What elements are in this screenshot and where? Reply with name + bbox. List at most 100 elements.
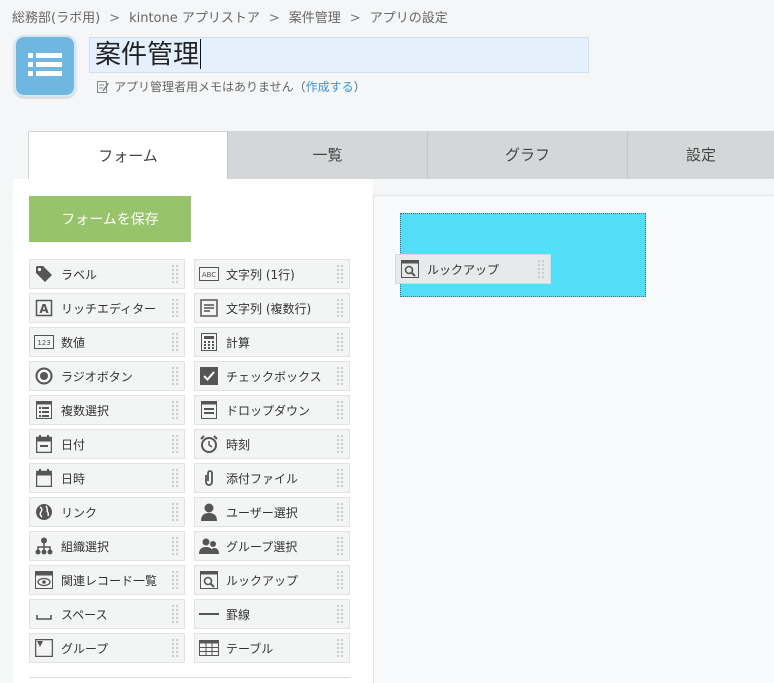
tab-settings[interactable]: 設定 [628,131,774,179]
drag-handle-icon [537,259,545,279]
field-item-label: 罫線 [226,607,251,622]
calendar-icon [34,434,54,454]
field-item-label: 数値 [61,335,86,350]
field-item[interactable]: 複数選択 [29,395,185,425]
field-item[interactable]: 123 数値 [29,327,185,357]
breadcrumb-item[interactable]: kintone アプリストア [129,11,260,26]
memo-close-paren: ） [353,80,366,94]
field-item[interactable]: グループ選択 [194,531,350,561]
drag-handle-icon [336,366,344,386]
field-item[interactable]: ルックアップ [194,565,350,595]
field-item[interactable]: 添付ファイル [194,463,350,493]
field-item[interactable]: 罫線 [194,599,350,629]
field-item-label: リンク [61,505,98,520]
abc-icon: ABC [199,264,219,284]
breadcrumb-separator: > [268,11,280,26]
drag-handle-icon [171,332,179,352]
create-memo-link[interactable]: 作成する [306,80,354,94]
field-item[interactable]: ドロップダウン [194,395,350,425]
field-item-label: ラベル [61,267,98,282]
drag-handle-icon [336,298,344,318]
tab-list[interactable]: 一覧 [228,131,428,179]
drag-handle-icon [171,536,179,556]
field-item[interactable]: スペース [29,599,185,629]
drag-handle-icon [336,468,344,488]
breadcrumb-item[interactable]: 案件管理 [289,11,341,26]
svg-text:ABC: ABC [202,271,216,279]
field-item-label: チェックボックス [226,369,322,384]
clock-icon [199,434,219,454]
dragging-field-label: ルックアップ [427,262,500,277]
space-icon [34,604,54,624]
drag-handle-icon [336,264,344,284]
tab-graph[interactable]: グラフ [428,131,628,179]
multi-select-icon [34,400,54,420]
field-item[interactable]: チェックボックス [194,361,350,391]
field-item-label: 複数選択 [61,403,110,418]
app-name-text: 案件管理 [95,40,200,70]
field-item-label: 文字列 (複数行) [226,301,312,316]
field-item-label: 関連レコード一覧 [61,573,158,588]
drag-handle-icon [336,502,344,522]
breadcrumb-separator: > [349,11,361,26]
field-item-label: ラジオボタン [61,369,133,384]
field-item[interactable]: 時刻 [194,429,350,459]
field-item[interactable]: 日時 [29,463,185,493]
memo-text: アプリ管理者用メモはありません（ [114,80,306,94]
multiline-text-icon [199,298,219,318]
field-item[interactable]: ユーザー選択 [194,497,350,527]
field-item[interactable]: ラベル [29,259,185,289]
tag-icon [34,264,54,284]
calculator-icon [199,332,219,352]
field-item[interactable]: 文字列 (複数行) [194,293,350,323]
group-field-icon [34,638,54,658]
drag-handle-icon [336,570,344,590]
datetime-icon [34,468,54,488]
drag-handle-icon [336,604,344,624]
lookup-icon [400,259,420,279]
field-item-label: ルックアップ [226,573,299,588]
field-item[interactable]: 組織選択 [29,531,185,561]
field-item[interactable]: グループ [29,633,185,663]
field-item-label: ドロップダウン [226,403,311,418]
breadcrumb-item[interactable]: 総務部(ラボ用) [12,11,100,26]
field-item[interactable]: リンク [29,497,185,527]
field-item[interactable]: テーブル [194,633,350,663]
field-item-label: 組織選択 [61,539,110,554]
field-item[interactable]: ABC 文字列 (1行) [194,259,350,289]
field-item[interactable]: A リッチエディター [29,293,185,323]
table-icon [199,638,219,658]
lookup-icon [199,570,219,590]
dragging-field[interactable]: ルックアップ [395,254,551,284]
user-icon [199,502,219,522]
drag-handle-icon [336,536,344,556]
field-item[interactable]: 計算 [194,327,350,357]
tab-form[interactable]: フォーム [28,131,228,179]
field-item-label: テーブル [226,641,274,656]
text-caret [200,38,202,69]
app-icon[interactable] [14,35,76,97]
drag-handle-icon [171,502,179,522]
drag-handle-icon [336,638,344,658]
drag-handle-icon [171,298,179,318]
drag-handle-icon [171,468,179,488]
app-name-input[interactable]: 案件管理 [89,37,589,73]
field-item[interactable]: 日付 [29,429,185,459]
drag-handle-icon [171,400,179,420]
field-item[interactable]: 関連レコード一覧 [29,565,185,595]
radio-icon [34,366,54,386]
save-form-button[interactable]: フォームを保存 [29,196,191,242]
form-canvas[interactable]: ルックアップ [373,195,774,683]
divider [29,677,351,678]
drag-handle-icon [171,366,179,386]
line-icon [199,604,219,624]
field-item-label: 日時 [61,471,86,486]
field-palette: フォームを保存 ラベル ABC 文字列 (1行) A リッチエディター 文字列 (複数行)… [13,179,373,683]
field-item-label: 文字列 (1行) [226,267,295,282]
group-icon [199,536,219,556]
field-item-label: 日付 [61,437,86,452]
field-item[interactable]: ラジオボタン [29,361,185,391]
drag-handle-icon [171,638,179,658]
related-records-icon [34,570,54,590]
globe-icon [34,502,54,522]
